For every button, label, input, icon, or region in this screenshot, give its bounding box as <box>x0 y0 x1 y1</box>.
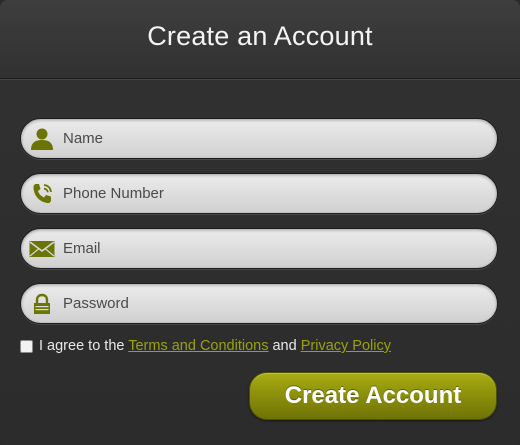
user-icon <box>29 126 55 152</box>
agreement-prefix: I agree to the <box>39 338 129 354</box>
password-field[interactable] <box>20 283 498 324</box>
signup-form <box>20 118 498 338</box>
email-input[interactable] <box>63 229 497 268</box>
agreement-text: I agree to the Terms and Conditions and … <box>39 338 391 354</box>
password-input[interactable] <box>63 284 497 323</box>
phone-field[interactable] <box>20 173 498 214</box>
signup-panel: Create an Account Name Phone Number Emai… <box>0 0 520 445</box>
page-title: Create an Account <box>147 20 373 51</box>
envelope-icon <box>29 236 55 262</box>
name-input[interactable] <box>63 119 497 158</box>
create-account-button[interactable]: Create Account <box>249 372 497 420</box>
lock-icon <box>29 291 55 317</box>
phone-icon <box>29 181 55 207</box>
agreement-middle: and <box>268 338 301 354</box>
privacy-link[interactable]: Privacy Policy <box>301 338 391 354</box>
panel-header: Create an Account <box>0 0 520 79</box>
terms-link[interactable]: Terms and Conditions <box>128 338 268 354</box>
phone-input[interactable] <box>63 174 497 213</box>
name-field[interactable] <box>20 118 498 159</box>
email-field[interactable] <box>20 228 498 269</box>
agree-checkbox[interactable] <box>20 339 33 353</box>
terms-agreement: I agree to the Terms and Conditions and … <box>20 338 391 354</box>
